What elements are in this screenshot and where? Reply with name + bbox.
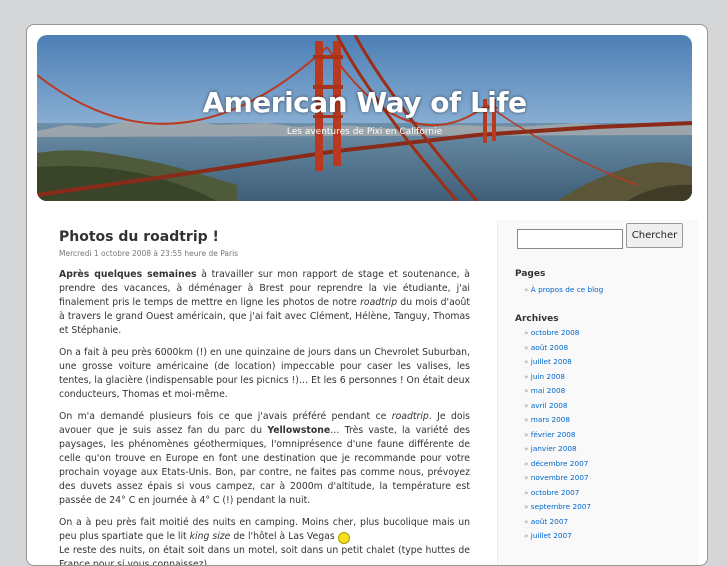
list-item: » janvier 2008 <box>524 442 591 457</box>
text-italic: roadtrip <box>360 297 398 308</box>
main-content: Photos du roadtrip ! Mercredi 1 octobre … <box>59 230 470 566</box>
archive-link[interactable]: mai 2008 <box>531 386 566 395</box>
archive-link[interactable]: août 2008 <box>531 343 568 352</box>
post-paragraph-2: On a fait à peu près 6000km (!) en une q… <box>59 347 470 400</box>
page-container: American Way of Life Les aventures de Pi… <box>26 24 708 566</box>
text-italic: roadtrip <box>391 411 429 422</box>
archive-link[interactable]: mars 2008 <box>531 415 570 424</box>
bullet-icon: » <box>524 473 531 482</box>
bullet-icon: » <box>524 342 531 352</box>
text-bold: Après quelques semaines <box>59 269 197 280</box>
archive-link[interactable]: avril 2008 <box>531 401 568 410</box>
list-item: » mars 2008 <box>524 413 591 428</box>
list-item: » À propos de ce blog <box>524 283 603 298</box>
archive-link[interactable]: octobre 2007 <box>531 488 580 497</box>
bullet-icon: » <box>524 415 531 424</box>
list-item: » octobre 2008 <box>524 326 591 341</box>
post-paragraph-5: Le reste des nuits, on était soit dans u… <box>59 545 470 566</box>
bullet-icon: » <box>524 444 531 453</box>
text: de l'hôtel à Las Vegas <box>230 531 338 542</box>
bullet-icon: » <box>524 371 531 381</box>
list-item: » novembre 2007 <box>524 471 591 486</box>
bullet-icon: » <box>524 502 531 511</box>
text: … Très vaste, la variété des paysages, l… <box>59 425 470 506</box>
text-bold: Yellowstone <box>267 425 331 436</box>
text-italic: king size <box>189 531 231 542</box>
list-item: » août 2008 <box>524 341 591 356</box>
post-paragraph-4: On a à peu près fait moitié des nuits en… <box>59 516 470 544</box>
bullet-icon: » <box>524 285 531 294</box>
bullet-icon: » <box>524 328 531 337</box>
post-paragraph-3: On m'a demandé plusieurs fois ce que j'a… <box>59 410 470 508</box>
bullet-icon: » <box>524 357 531 366</box>
list-item: » avril 2008 <box>524 399 591 414</box>
sidebar: Chercher Pages » À propos de ce blog Arc… <box>497 220 698 565</box>
post-date: Mercredi 1 octobre 2008 à 23:55 heure de… <box>59 249 239 258</box>
list-item: » juillet 2007 <box>524 529 591 544</box>
bullet-icon: » <box>524 458 531 468</box>
search-input[interactable] <box>517 229 623 249</box>
bullet-icon: » <box>524 531 531 540</box>
bullet-icon: » <box>524 400 531 410</box>
archive-link[interactable]: juillet 2007 <box>531 531 572 540</box>
header-banner: American Way of Life Les aventures de Pi… <box>37 35 692 201</box>
list-item: » juillet 2008 <box>524 355 591 370</box>
page-link[interactable]: À propos de ce blog <box>531 285 603 294</box>
list-item: » mai 2008 <box>524 384 591 399</box>
archive-link[interactable]: décembre 2007 <box>531 459 589 468</box>
archive-link[interactable]: février 2008 <box>531 430 576 439</box>
pages-list: » À propos de ce blog <box>524 283 603 298</box>
archive-link[interactable]: novembre 2007 <box>531 473 589 482</box>
archive-link[interactable]: octobre 2008 <box>531 328 580 337</box>
archive-link[interactable]: septembre 2007 <box>531 502 591 511</box>
post-paragraph-1: Après quelques semaines à travailler sur… <box>59 268 470 338</box>
list-item: » février 2008 <box>524 428 591 443</box>
list-item: » juin 2008 <box>524 370 591 385</box>
blog-title[interactable]: American Way of Life <box>37 86 692 119</box>
list-item: » décembre 2007 <box>524 457 591 472</box>
bullet-icon: » <box>524 386 531 395</box>
bullet-icon: » <box>524 516 531 526</box>
text: On m'a demandé plusieurs fois ce que j'a… <box>59 411 392 422</box>
list-item: » septembre 2007 <box>524 500 591 515</box>
archives-heading: Archives <box>515 314 559 324</box>
bullet-icon: » <box>524 429 531 439</box>
pages-heading: Pages <box>515 269 546 279</box>
bullet-icon: » <box>524 487 531 497</box>
blog-description: Les aventures de Pixi en Californie <box>286 127 443 137</box>
archive-link[interactable]: juin 2008 <box>531 372 565 381</box>
archives-list: » octobre 2008» août 2008» juillet 2008»… <box>524 326 591 544</box>
archive-link[interactable]: août 2007 <box>531 517 568 526</box>
post-title[interactable]: Photos du roadtrip ! <box>59 230 470 244</box>
search-button[interactable]: Chercher <box>626 223 683 248</box>
list-item: » octobre 2007 <box>524 486 591 501</box>
archive-link[interactable]: juillet 2008 <box>531 357 572 366</box>
list-item: » août 2007 <box>524 515 591 530</box>
smiley-icon: :) <box>337 532 350 544</box>
archive-link[interactable]: janvier 2008 <box>531 444 577 453</box>
